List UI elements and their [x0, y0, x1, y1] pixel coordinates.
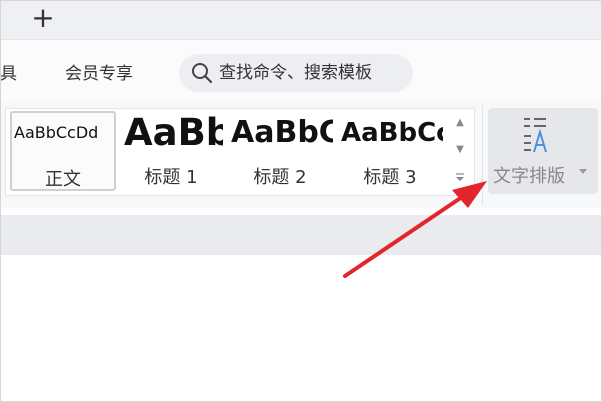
style-heading-2[interactable]: AaBbC 标题 2 [227, 111, 333, 191]
text-layout-icon [524, 118, 547, 153]
style-normal[interactable]: AaBbCcDd 正文 [10, 111, 116, 191]
style-heading-1[interactable]: AaBb 标题 1 [119, 111, 223, 191]
style-gallery-scroller: ▲ ▼ [450, 110, 470, 192]
command-search[interactable]: 查找命令、搜索模板 [179, 54, 413, 92]
scroll-down-button[interactable]: ▼ [450, 137, 470, 163]
style-label: 正文 [45, 169, 81, 190]
new-tab-button[interactable]: + [29, 3, 57, 33]
scroll-up-button[interactable]: ▲ [450, 110, 470, 136]
text-layout-label: 文字排版 [493, 166, 565, 187]
style-label: 标题 2 [253, 167, 307, 188]
style-label: 标题 1 [144, 167, 198, 188]
tab-bar: + [1, 1, 601, 40]
window-frame: + 具 会员专享 查找命令、搜索模板 AaBbCcDd 正文 AaBb 标题 1… [0, 0, 602, 402]
menu-item-tools[interactable]: 具 [1, 64, 17, 84]
ribbon-divider [482, 105, 483, 205]
document-area[interactable] [1, 255, 601, 401]
search-placeholder: 查找命令、搜索模板 [219, 63, 372, 83]
style-label: 标题 3 [363, 167, 417, 188]
text-layout-button[interactable]: 文字排版 [488, 108, 598, 194]
expand-gallery-button[interactable] [450, 164, 470, 190]
menu-item-member[interactable]: 会员专享 [65, 64, 133, 84]
chevron-down-icon[interactable] [579, 169, 587, 174]
search-icon [192, 63, 213, 84]
style-heading-3[interactable]: AaBbCc 标题 3 [337, 111, 443, 191]
style-preview: AaBbCcDd [14, 123, 99, 142]
style-preview: AaBbC [231, 115, 333, 150]
style-preview: AaBb [124, 111, 223, 154]
expand-icon [456, 173, 464, 181]
ruler-band [1, 215, 601, 255]
style-preview: AaBbCc [341, 118, 443, 148]
